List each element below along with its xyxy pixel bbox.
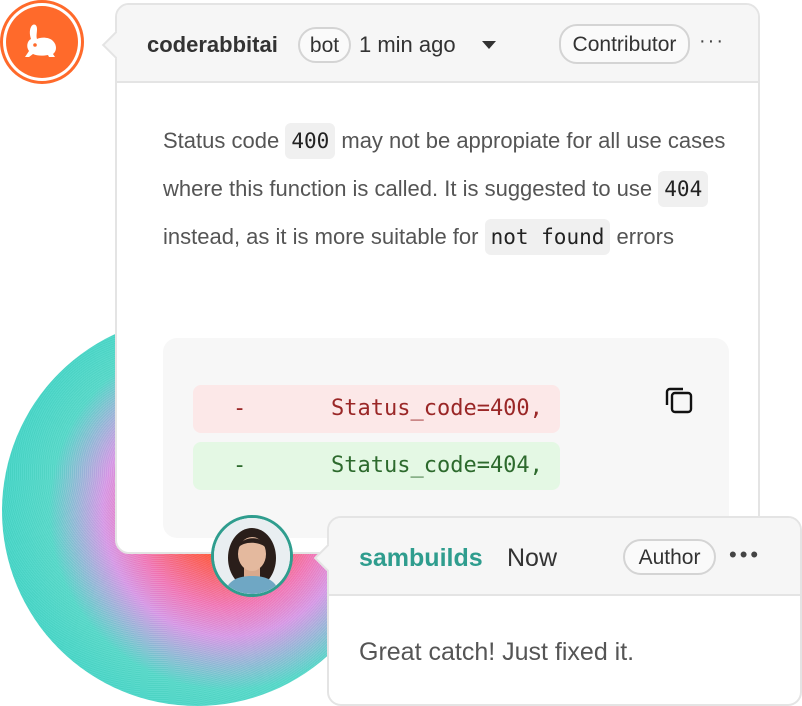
diff-sign: - — [233, 453, 247, 478]
reply-timestamp[interactable]: Now — [507, 544, 557, 573]
reply-comment-card: sambuilds Now Author ••• Great catch! Ju… — [327, 516, 802, 706]
inline-code: not found — [484, 219, 611, 255]
chevron-down-icon[interactable] — [482, 41, 496, 49]
diff-sign: - — [233, 396, 247, 421]
comment-author[interactable]: coderabbitai — [147, 32, 278, 58]
comment-text: errors — [610, 224, 674, 249]
code-suggestion-block: - Status_code=400, - Status_code=404, — [163, 338, 729, 538]
comment-body: Status code 400 may not be appropiate fo… — [163, 117, 733, 261]
more-options-button[interactable]: ··· — [699, 30, 725, 53]
comment-timestamp[interactable]: 1 min ago — [359, 32, 456, 58]
more-options-button[interactable]: ••• — [729, 542, 761, 568]
comment-text: Status code — [163, 128, 286, 153]
reply-author[interactable]: sambuilds — [359, 544, 483, 573]
bot-badge: bot — [298, 27, 351, 63]
comment-header: coderabbitai bot 1 min ago Contributor ·… — [117, 5, 758, 83]
copy-icon[interactable] — [663, 384, 695, 416]
diff-code: Status_code=400, — [331, 396, 543, 421]
diff-removed-line: - Status_code=400, — [193, 385, 560, 433]
inline-code: 400 — [285, 123, 336, 159]
rabbit-icon — [25, 24, 56, 57]
contributor-badge: Contributor — [559, 24, 690, 64]
author-badge: Author — [623, 539, 716, 575]
reply-body: Great catch! Just fixed it. — [359, 638, 635, 666]
bot-avatar — [0, 0, 84, 84]
comment-text: instead, as it is more suitable for — [163, 224, 485, 249]
diff-code: Status_code=404, — [331, 453, 543, 478]
diff-added-line: - Status_code=404, — [193, 442, 560, 490]
review-comment-card: coderabbitai bot 1 min ago Contributor ·… — [115, 3, 760, 554]
reply-header: sambuilds Now Author ••• — [329, 518, 800, 596]
avatar[interactable] — [211, 515, 293, 597]
user-avatar-image — [214, 518, 290, 594]
inline-code: 404 — [658, 171, 709, 207]
